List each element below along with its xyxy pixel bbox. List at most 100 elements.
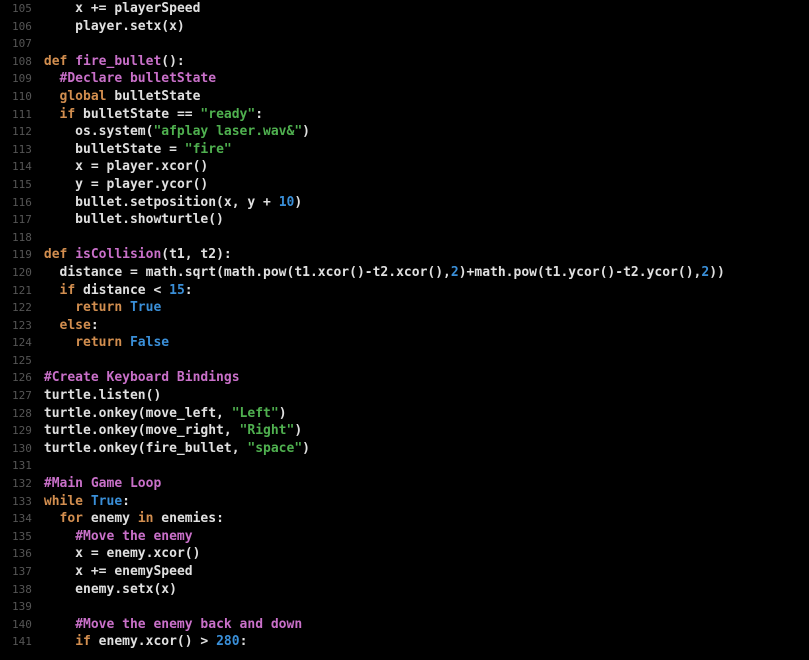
- code-line[interactable]: bullet.setposition(x, y + 10): [44, 194, 809, 212]
- code-line[interactable]: x = player.xcor(): [44, 158, 809, 176]
- code-token: while: [44, 494, 83, 509]
- code-token: ): [302, 124, 310, 139]
- code-line[interactable]: os.system("afplay laser.wav&"): [44, 123, 809, 141]
- code-token: :: [185, 283, 193, 298]
- code-token: [67, 247, 75, 262]
- code-token: "Right": [240, 423, 295, 438]
- code-line[interactable]: [44, 35, 809, 53]
- line-number: 122: [12, 299, 32, 317]
- code-line[interactable]: x = enemy.xcor(): [44, 545, 809, 563]
- code-line[interactable]: turtle.listen(): [44, 387, 809, 405]
- code-token: )): [709, 265, 725, 280]
- line-number-gutter: 1051061071081091101111121131141151161171…: [0, 0, 40, 660]
- code-line[interactable]: #Declare bulletState: [44, 70, 809, 88]
- code-token: [83, 494, 91, 509]
- code-area[interactable]: x += playerSpeed player.setx(x) def fire_…: [40, 0, 809, 660]
- code-token: player.setx(x): [44, 19, 185, 34]
- code-line[interactable]: while True:: [44, 493, 809, 511]
- line-number: 107: [12, 35, 32, 53]
- line-number: 112: [12, 123, 32, 141]
- line-number: 105: [12, 0, 32, 18]
- code-token: for: [60, 511, 83, 526]
- code-line[interactable]: enemy.setx(x): [44, 581, 809, 599]
- code-token: [44, 107, 60, 122]
- code-token: 10: [279, 195, 295, 210]
- code-line[interactable]: #Move the enemy back and down: [44, 616, 809, 634]
- code-line[interactable]: turtle.onkey(move_right, "Right"): [44, 422, 809, 440]
- code-line[interactable]: [44, 598, 809, 616]
- code-token: "afplay laser.wav&": [153, 124, 302, 139]
- line-number: 127: [12, 387, 32, 405]
- code-token: fire_bullet: [75, 54, 161, 69]
- code-token: [44, 529, 75, 544]
- code-line[interactable]: #Move the enemy: [44, 528, 809, 546]
- code-line[interactable]: bullet.showturtle(): [44, 211, 809, 229]
- code-line[interactable]: [44, 457, 809, 475]
- code-editor[interactable]: 1051061071081091101111121131141151161171…: [0, 0, 809, 660]
- code-token: os.system(: [44, 124, 154, 139]
- code-token: #Move the enemy back and down: [75, 617, 302, 632]
- code-line[interactable]: if enemy.xcor() > 280:: [44, 633, 809, 651]
- code-token: in: [138, 511, 154, 526]
- code-line[interactable]: distance = math.sqrt(math.pow(t1.xcor()-…: [44, 264, 809, 282]
- line-number: 116: [12, 194, 32, 212]
- line-number: 119: [12, 246, 32, 264]
- code-token: [44, 617, 75, 632]
- code-token: "fire": [185, 142, 232, 157]
- code-token: =: [91, 546, 99, 561]
- code-line[interactable]: turtle.onkey(fire_bullet, "space"): [44, 440, 809, 458]
- code-line[interactable]: [44, 229, 809, 247]
- line-number: 128: [12, 405, 32, 423]
- code-token: [44, 634, 75, 649]
- line-number: 113: [12, 141, 32, 159]
- line-number: 126: [12, 369, 32, 387]
- code-token: math.sqrt(math.pow(t1.xcor(): [138, 265, 365, 280]
- code-token: [161, 283, 169, 298]
- code-token: #Move the enemy: [75, 529, 192, 544]
- code-token: player.ycor(): [99, 177, 209, 192]
- code-token: distance: [44, 265, 130, 280]
- code-line[interactable]: def isCollision(t1, t2):: [44, 246, 809, 264]
- code-token: +=: [91, 564, 107, 579]
- code-token: =: [91, 177, 99, 192]
- code-line[interactable]: [44, 352, 809, 370]
- code-line[interactable]: if distance < 15:: [44, 282, 809, 300]
- code-line[interactable]: return True: [44, 299, 809, 317]
- code-token: (: [161, 247, 169, 262]
- code-line[interactable]: if bulletState == "ready":: [44, 106, 809, 124]
- code-token: [44, 335, 75, 350]
- line-number: 111: [12, 106, 32, 124]
- code-token: enemies:: [153, 511, 223, 526]
- code-token: [44, 283, 60, 298]
- line-number: 132: [12, 475, 32, 493]
- line-number: 129: [12, 422, 32, 440]
- code-line[interactable]: #Create Keyboard Bindings: [44, 369, 809, 387]
- code-token: enemy.setx(x): [44, 582, 177, 597]
- code-line[interactable]: for enemy in enemies:: [44, 510, 809, 528]
- code-token: enemy.xcor(): [91, 634, 201, 649]
- code-line[interactable]: x += enemySpeed: [44, 563, 809, 581]
- code-line[interactable]: bulletState = "fire": [44, 141, 809, 159]
- line-number: 131: [12, 457, 32, 475]
- code-token: +=: [91, 1, 107, 16]
- code-token: x: [44, 546, 91, 561]
- code-line[interactable]: x += playerSpeed: [44, 0, 809, 18]
- code-token: =: [130, 265, 138, 280]
- code-line[interactable]: def fire_bullet():: [44, 53, 809, 71]
- code-token: [122, 335, 130, 350]
- code-token: turtle.onkey(fire_bullet,: [44, 441, 248, 456]
- code-line[interactable]: global bulletState: [44, 88, 809, 106]
- code-line[interactable]: return False: [44, 334, 809, 352]
- code-line[interactable]: y = player.ycor(): [44, 176, 809, 194]
- code-token: [67, 54, 75, 69]
- code-line[interactable]: turtle.onkey(move_left, "Left"): [44, 405, 809, 423]
- code-line[interactable]: else:: [44, 317, 809, 335]
- code-line[interactable]: player.setx(x): [44, 18, 809, 36]
- code-token: :: [240, 634, 248, 649]
- code-token: 280: [216, 634, 239, 649]
- code-token: False: [130, 335, 169, 350]
- code-line[interactable]: #Main Game Loop: [44, 475, 809, 493]
- code-token: bulletState: [107, 89, 201, 104]
- code-token: x: [44, 564, 91, 579]
- code-token: bulletState: [75, 107, 177, 122]
